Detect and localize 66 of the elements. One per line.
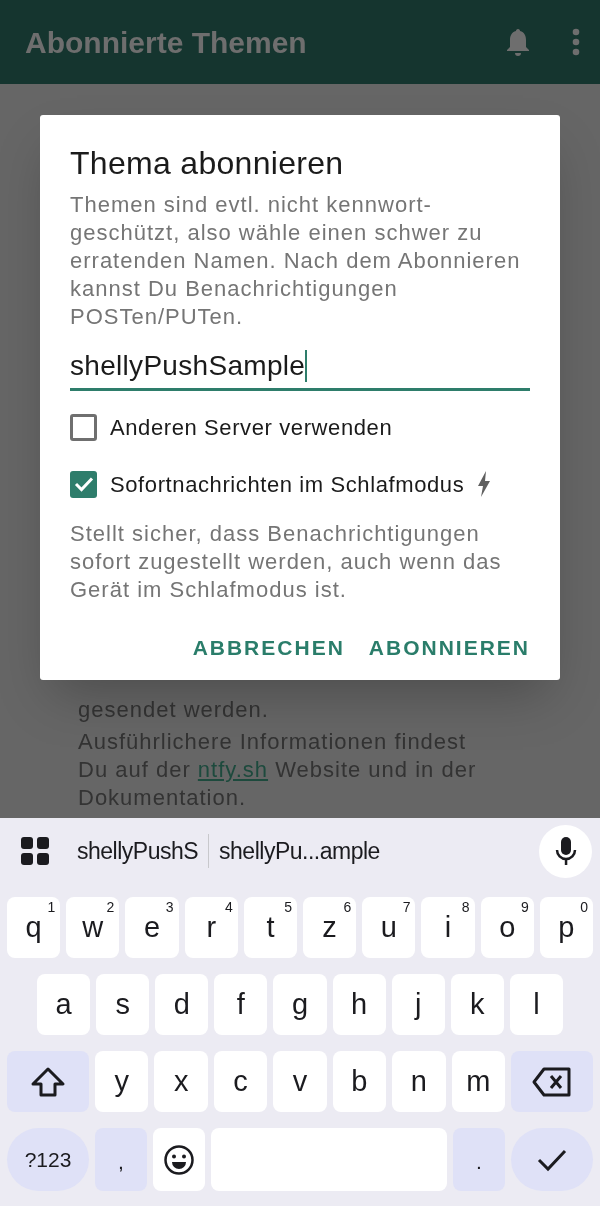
topic-field[interactable]: shellyPushSample [70, 343, 530, 391]
key[interactable]: b [332, 1051, 387, 1112]
key[interactable]: d [155, 974, 209, 1035]
key[interactable]: z 6 [303, 897, 357, 958]
option-label[interactable]: Anderen Server verwenden [110, 410, 393, 444]
checkbox[interactable] [70, 413, 97, 441]
dialog-button[interactable]: ABBRECHEN [192, 626, 345, 670]
key[interactable]: p 0 [539, 897, 594, 958]
dialog-button[interactable]: ABONNIEREN [368, 626, 530, 670]
option-label[interactable]: Sofortnachrichten im Schlafmodus [110, 467, 465, 501]
punctuation-key[interactable]: . [453, 1128, 505, 1191]
key-hint: 9 [521, 900, 529, 914]
bell-icon[interactable] [504, 27, 532, 57]
suggestion[interactable]: shellyPushS [77, 833, 199, 869]
key-hint: 3 [165, 900, 174, 914]
dialog-title: Thema abonnieren [70, 144, 345, 183]
checkbox[interactable] [70, 470, 97, 498]
key-hint: 0 [580, 900, 589, 914]
key-hint: 7 [402, 900, 411, 914]
key[interactable]: i 8 [421, 897, 475, 958]
key[interactable]: x [154, 1051, 208, 1112]
shift-icon [30, 1065, 66, 1098]
key-hint: 8 [461, 900, 470, 914]
key[interactable]: g [273, 974, 327, 1035]
key[interactable]: t 5 [243, 897, 297, 958]
key[interactable]: h [332, 974, 386, 1035]
key-hint: 5 [284, 900, 292, 914]
shift-key[interactable] [7, 1051, 89, 1112]
check-icon [73, 476, 94, 492]
key[interactable]: n [392, 1051, 446, 1112]
key[interactable]: y [95, 1051, 149, 1112]
key[interactable]: r 4 [184, 897, 238, 958]
key[interactable]: w 2 [66, 897, 120, 958]
apps-grid-icon[interactable] [20, 836, 50, 866]
key[interactable]: m [451, 1051, 505, 1112]
text-cursor [305, 349, 308, 382]
suggestion[interactable]: shellyPu...ample [219, 833, 380, 869]
key[interactable]: q 1 [7, 897, 61, 958]
punctuation-key[interactable]: , [95, 1128, 147, 1191]
backspace-key[interactable] [510, 1051, 593, 1112]
backspace-icon [531, 1065, 572, 1098]
key[interactable]: k [450, 974, 504, 1035]
smiley-icon [163, 1143, 195, 1176]
key[interactable]: a [37, 974, 91, 1035]
key[interactable]: o 9 [480, 897, 534, 958]
key-hint: 1 [47, 900, 56, 914]
key-hint: 6 [343, 900, 352, 914]
key[interactable]: u 7 [362, 897, 416, 958]
key[interactable]: e 3 [125, 897, 179, 958]
app-title: Abonnierte Themen [25, 24, 308, 61]
more-icon[interactable] [572, 28, 580, 56]
key[interactable]: v [273, 1051, 327, 1112]
key[interactable]: l [509, 974, 563, 1035]
help-text: Stellt sicher, dass Benachrichtigungen sofort zugestellt werden, auch wenn das Gerät im Schlafmodus ist. [70, 520, 503, 604]
dialog-description: Themen sind evtl. nicht kennwort-geschützt, also wähle einen schwer zu erratenden Namen. Nach dem Abonnieren kannst Du Benachrichtigungen POSTen/PUTen. [70, 191, 522, 331]
key[interactable]: f [214, 974, 268, 1035]
topic-value: shellyPushSample [70, 348, 306, 383]
microphone-icon [554, 836, 577, 866]
emoji-key[interactable] [153, 1128, 205, 1191]
symbols-key[interactable]: ?123 [7, 1128, 89, 1191]
key-hint: 2 [106, 900, 115, 914]
key[interactable]: c [213, 1051, 268, 1112]
microphone-button[interactable] [539, 824, 592, 878]
key[interactable]: j [391, 974, 445, 1035]
key-hint: 4 [225, 900, 233, 914]
key[interactable]: s [96, 974, 150, 1035]
